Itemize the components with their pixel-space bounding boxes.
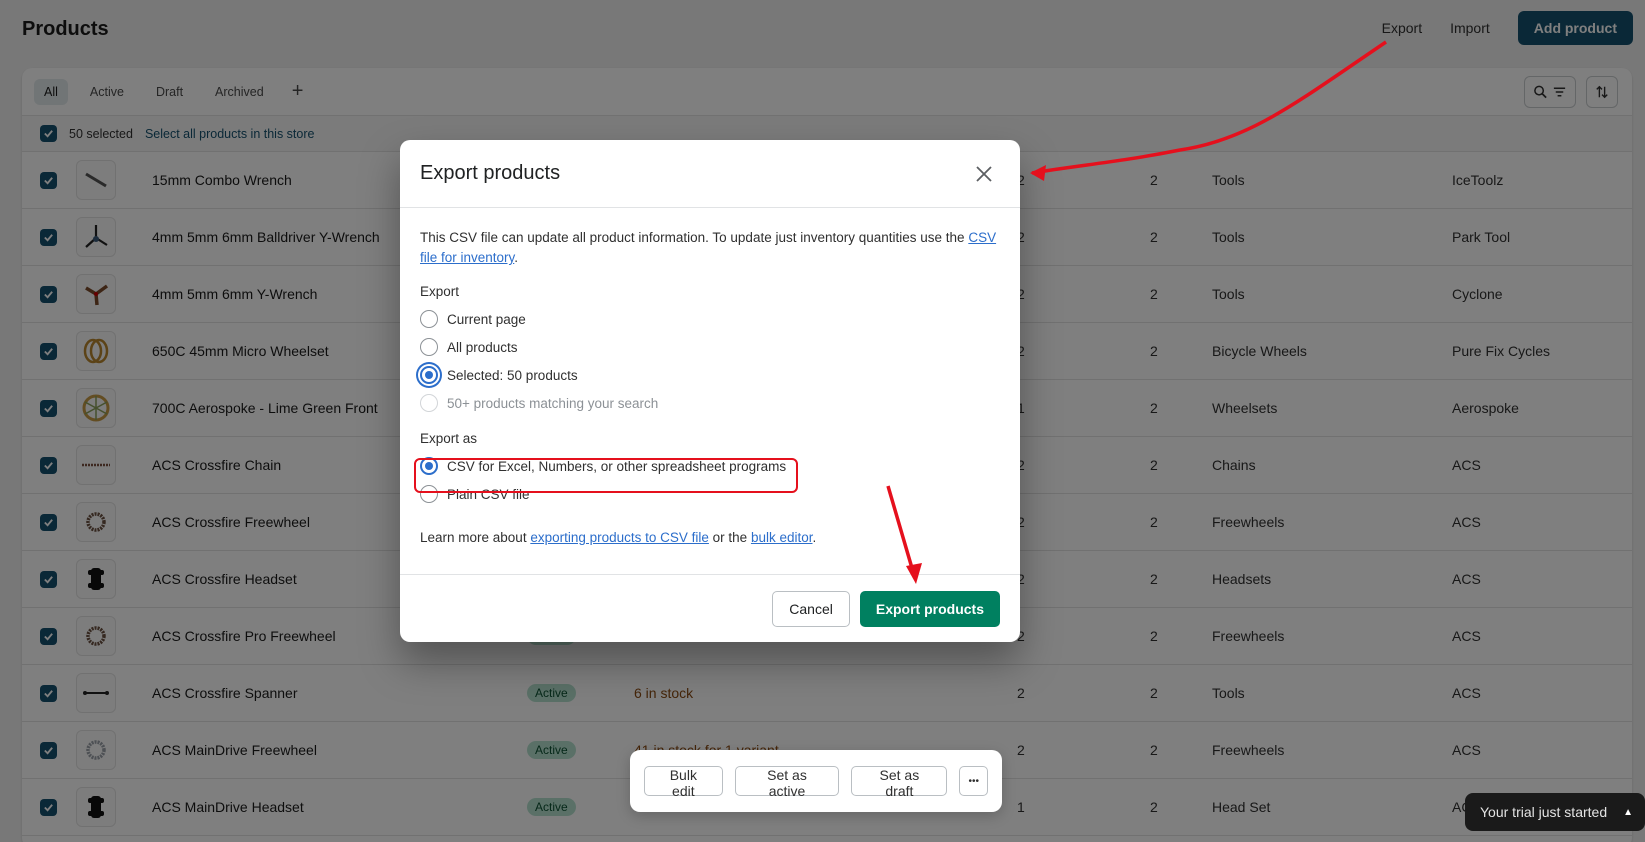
modal-body: This CSV file can update all product inf…	[400, 208, 1020, 545]
radio-current-page[interactable]: Current page	[420, 305, 1000, 333]
export-products-modal: Export products This CSV file can update…	[400, 140, 1020, 642]
radio-button-disabled	[420, 394, 438, 412]
bulk-editor-link[interactable]: bulk editor	[751, 530, 813, 545]
radio-button-selected[interactable]	[420, 366, 438, 384]
products-page: Products Export Import Add product All A…	[0, 0, 1645, 842]
more-actions-button[interactable]: •••	[959, 766, 988, 796]
radio-button[interactable]	[420, 338, 438, 356]
export-csv-help-link[interactable]: exporting products to CSV file	[530, 530, 709, 545]
trial-text: Your trial just started	[1480, 804, 1608, 820]
learn-mid: or the	[708, 530, 751, 545]
export-products-button[interactable]: Export products	[859, 590, 1000, 627]
close-modal-button[interactable]	[968, 158, 1000, 190]
trial-banner[interactable]: Your trial just started ▲	[1465, 793, 1645, 831]
bulk-edit-button[interactable]: Bulk edit	[644, 766, 723, 799]
radio-button[interactable]	[420, 485, 438, 503]
modal-footer: Cancel Export products	[400, 574, 1020, 642]
caret-up-icon[interactable]: ▲	[1623, 807, 1633, 818]
radio-all-products[interactable]: All products	[420, 333, 1000, 361]
close-icon	[976, 165, 992, 182]
export-scope-label: Export	[420, 284, 460, 299]
radio-label: 50+ products matching your search	[447, 395, 659, 411]
radio-label: CSV for Excel, Numbers, or other spreads…	[447, 458, 787, 474]
learn-end: .	[812, 530, 817, 545]
learn-more-text: Learn more about exporting products to C…	[420, 530, 1000, 545]
set-active-button[interactable]: Set as active	[734, 766, 840, 799]
radio-matching-search: 50+ products matching your search	[420, 389, 1000, 417]
export-description: This CSV file can update all product inf…	[420, 228, 1000, 268]
set-draft-button[interactable]: Set as draft	[851, 766, 948, 799]
description-text: This CSV file can update all product inf…	[420, 230, 969, 245]
cancel-button[interactable]: Cancel	[772, 590, 850, 627]
radio-label: All products	[447, 339, 518, 355]
radio-label: Plain CSV file	[447, 486, 530, 502]
radio-plain-csv[interactable]: Plain CSV file	[420, 480, 1000, 508]
export-format-label: Export as	[420, 431, 478, 446]
radio-selected-products[interactable]: Selected: 50 products	[420, 361, 1000, 389]
modal-title: Export products	[420, 162, 561, 184]
radio-label: Current page	[447, 311, 526, 327]
radio-label: Selected: 50 products	[447, 367, 578, 383]
description-end: .	[514, 250, 519, 265]
bulk-actions-bar: Bulk edit Set as active Set as draft •••	[630, 750, 1002, 812]
modal-header: Export products	[400, 140, 1020, 208]
learn-prefix: Learn more about	[420, 530, 531, 545]
radio-button-selected[interactable]	[420, 457, 438, 475]
radio-button[interactable]	[420, 310, 438, 328]
radio-csv-excel[interactable]: CSV for Excel, Numbers, or other spreads…	[420, 452, 1000, 480]
